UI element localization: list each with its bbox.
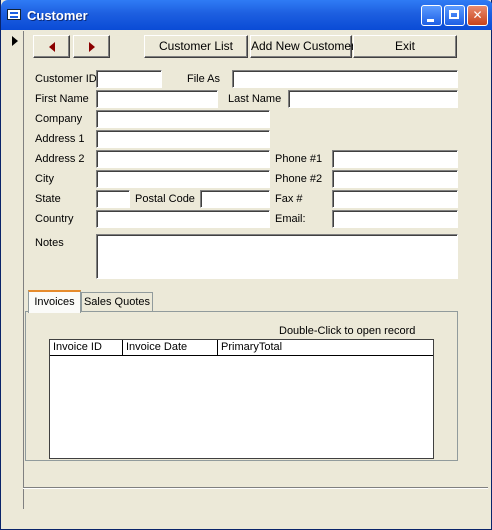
email-label: Email: — [275, 213, 306, 225]
address2-label: Address 2 — [35, 153, 85, 165]
window-title: Customer — [27, 8, 88, 23]
file-as-field[interactable] — [232, 70, 458, 88]
phone1-label: Phone #1 — [275, 153, 323, 165]
first-name-label: First Name — [35, 93, 89, 105]
address2-field[interactable] — [96, 150, 270, 168]
last-name-label: Last Name — [228, 93, 282, 105]
grid-header: Invoice ID Invoice Date PrimaryTotal — [50, 340, 433, 356]
postal-code-label: Postal Code — [135, 193, 195, 205]
country-field[interactable] — [96, 210, 270, 228]
tab-sales-quotes[interactable]: Sales Quotes — [81, 292, 153, 312]
exit-button[interactable]: Exit — [353, 35, 457, 58]
first-name-field[interactable] — [96, 90, 218, 108]
address1-label: Address 1 — [35, 133, 85, 145]
column-header-invoice-id[interactable]: Invoice ID — [50, 340, 123, 355]
notes-field[interactable] — [96, 234, 458, 279]
city-label: City — [35, 173, 54, 185]
title-bar[interactable]: Customer ✕ — [1, 0, 492, 30]
previous-record-button[interactable] — [33, 35, 70, 58]
notes-label: Notes — [35, 237, 64, 249]
form-icon — [7, 9, 21, 20]
record-selector[interactable] — [4, 31, 24, 509]
current-record-icon — [12, 36, 18, 46]
customer-id-field[interactable] — [96, 70, 162, 88]
minimize-button[interactable] — [421, 5, 442, 26]
column-header-invoice-date[interactable]: Invoice Date — [123, 340, 218, 355]
company-field[interactable] — [96, 110, 270, 128]
company-label: Company — [35, 113, 83, 125]
close-button[interactable]: ✕ — [467, 5, 488, 26]
tab-invoices[interactable]: Invoices — [28, 290, 81, 313]
phone1-field[interactable] — [332, 150, 458, 168]
next-record-button[interactable] — [73, 35, 110, 58]
state-label: State — [35, 193, 61, 205]
state-field[interactable] — [96, 190, 130, 208]
postal-code-field[interactable] — [200, 190, 270, 208]
invoices-grid[interactable]: Invoice ID Invoice Date PrimaryTotal — [49, 339, 434, 459]
email-field[interactable] — [332, 210, 458, 228]
footer-divider-highlight — [23, 488, 488, 489]
customer-window: Customer ✕ Customer List Add New Custome… — [0, 0, 492, 530]
phone2-field[interactable] — [332, 170, 458, 188]
file-as-label: File As — [187, 73, 221, 85]
column-header-primary-total[interactable]: PrimaryTotal — [218, 340, 433, 355]
double-click-hint: Double-Click to open record — [279, 325, 416, 337]
address1-field[interactable] — [96, 130, 270, 148]
maximize-button[interactable] — [444, 5, 465, 26]
fax-field[interactable] — [332, 190, 458, 208]
country-label: Country — [35, 213, 74, 225]
fax-label: Fax # — [275, 193, 303, 205]
triangle-right-icon — [88, 41, 95, 52]
customer-list-button[interactable]: Customer List — [144, 35, 248, 58]
triangle-left-icon — [48, 41, 55, 52]
last-name-field[interactable] — [288, 90, 458, 108]
add-new-customer-button[interactable]: Add New Customer — [250, 35, 355, 58]
customer-id-label: Customer ID — [35, 73, 97, 85]
city-field[interactable] — [96, 170, 270, 188]
phone2-label: Phone #2 — [275, 173, 323, 185]
